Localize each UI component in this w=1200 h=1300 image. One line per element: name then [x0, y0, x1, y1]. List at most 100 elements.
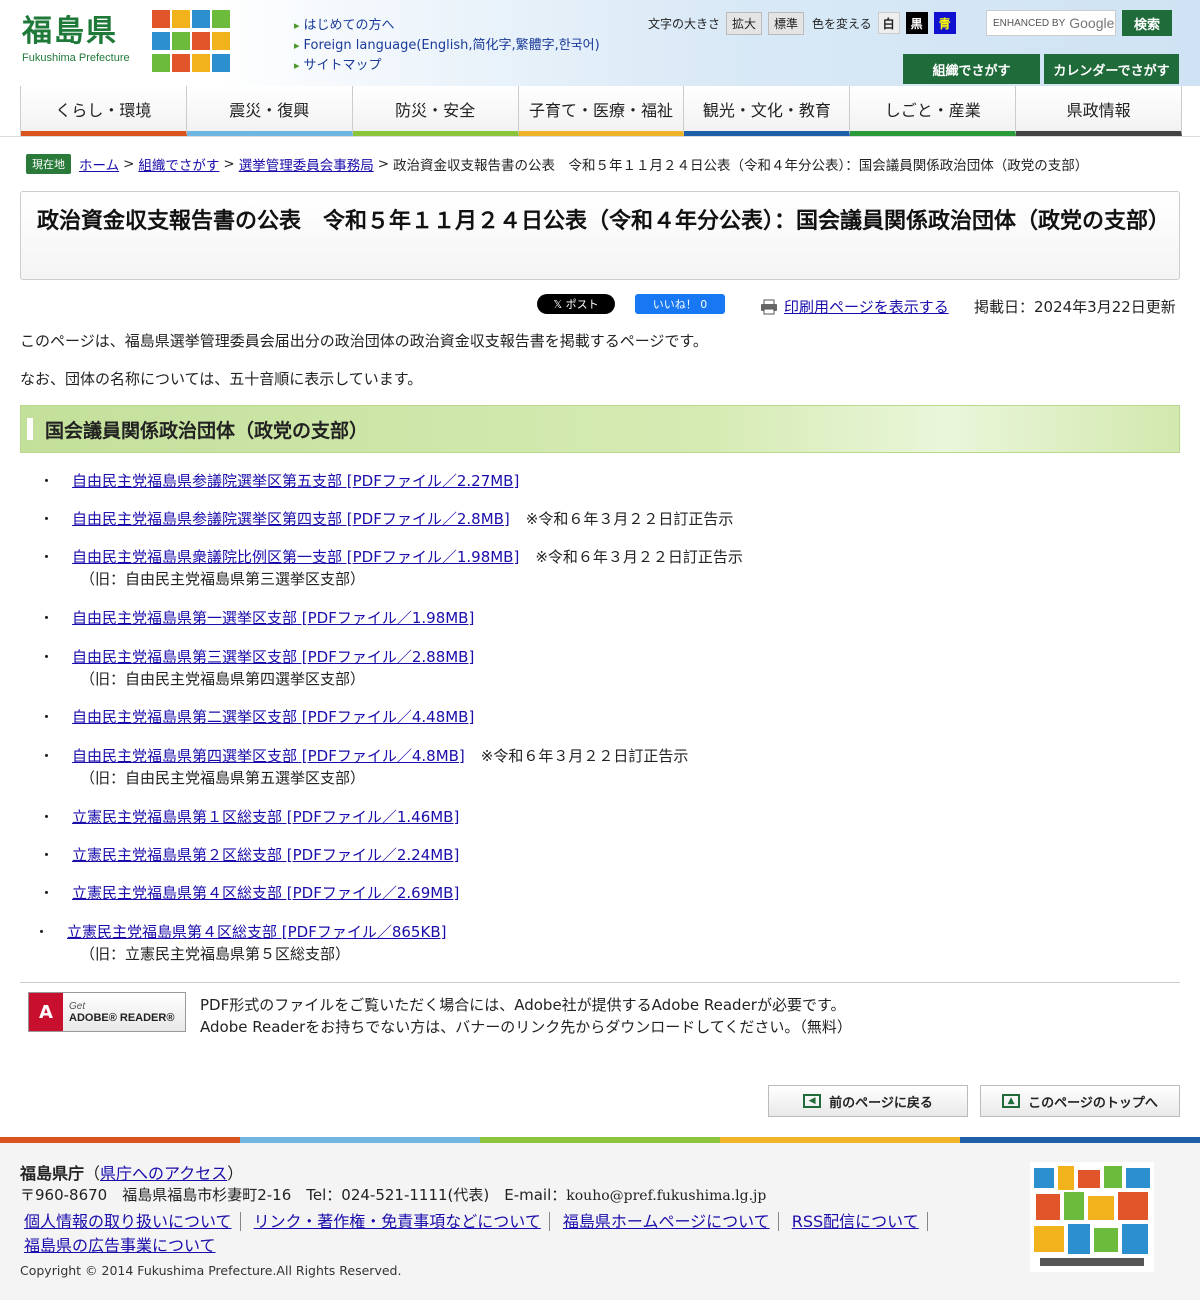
pdf-link[interactable]: 立憲民主党福島県第４区総支部 [PDFファイル／865KB]	[67, 923, 446, 941]
link-sitemap[interactable]: サイトマップ	[294, 56, 600, 76]
list-item: ・自由民主党福島県第四選挙区支部 [PDFファイル／4.8MB] ※令和６年３月２…	[39, 745, 689, 789]
font-standard-button[interactable]: 標準	[768, 12, 805, 35]
correction-note: ※令和６年３月２２日訂正告示	[480, 747, 689, 765]
office-name: 福島県庁	[20, 1164, 85, 1183]
nav-tourism-culture[interactable]: 観光・文化・教育	[684, 86, 851, 136]
adobe-notice-line1: PDF形式のファイルをご覧いただく場合には、Adobe社が提供するAdobe R…	[200, 996, 846, 1014]
back-arrow-icon: ◀	[803, 1094, 822, 1108]
color-label: 色を変える	[812, 16, 872, 31]
adobe-banner-text: Get ADOBE® READER®	[69, 1001, 174, 1024]
pdf-link[interactable]: 自由民主党福島県第四選挙区支部 [PDFファイル／4.8MB]	[72, 747, 465, 765]
pdf-link[interactable]: 立憲民主党福島県第４区総支部 [PDFファイル／2.69MB]	[72, 884, 459, 902]
nav-life-environment[interactable]: くらし・環境	[21, 86, 187, 136]
global-nav: くらし・環境 震災・復興 防災・安全 子育て・医療・福祉 観光・文化・教育 しご…	[20, 86, 1183, 136]
breadcrumb: 現在地 ホーム > 組織でさがす > 選挙管理委員会事務局 > 政治資金収支報告…	[26, 154, 1088, 174]
list-item: ・自由民主党福島県第三選挙区支部 [PDFファイル／2.88MB] （旧：自由民主…	[39, 646, 474, 690]
footer-link-rss[interactable]: RSS配信について	[791, 1212, 928, 1231]
pdf-link[interactable]: 自由民主党福島県第二選挙区支部 [PDFファイル／4.48MB]	[72, 708, 474, 726]
color-white-button[interactable]: 白	[877, 12, 900, 34]
list-item: ・自由民主党福島県第一選挙区支部 [PDFファイル／1.98MB]	[39, 607, 474, 629]
back-button[interactable]: ◀ 前のページに戻る	[768, 1085, 968, 1117]
footer-mascot-logo	[1030, 1162, 1154, 1272]
breadcrumb-org[interactable]: 組織でさがす	[138, 154, 219, 174]
adobe-get: Get	[69, 1000, 86, 1012]
nav-divider	[0, 136, 1200, 137]
facebook-like-button[interactable]: いいね！ 0	[635, 294, 725, 314]
bullet: ・	[34, 923, 50, 941]
bullet: ・	[39, 884, 55, 902]
breadcrumb-current: 政治資金収支報告書の公表 令和５年１１月２４日公表（令和４年分公表）：国会議員関…	[393, 158, 1089, 174]
page-top-button[interactable]: ▲ このページのトップへ	[980, 1085, 1180, 1117]
former-name: （旧：自由民主党福島県第五選挙区支部）	[80, 769, 366, 787]
google-logo: Google	[1069, 15, 1115, 31]
breadcrumb-sep: >	[377, 156, 390, 172]
breadcrumb-home[interactable]: ホーム	[79, 154, 119, 174]
pdf-link[interactable]: 自由民主党福島県参議院選挙区第五支部 [PDFファイル／2.27MB]	[72, 472, 519, 490]
footer-address: 〒960-8670 福島県福島市杉妻町2-16 Tel：024-521-1111…	[20, 1184, 766, 1205]
bullet: ・	[39, 510, 55, 528]
adobe-name: ADOBE® READER®	[69, 1011, 175, 1024]
org-search-button[interactable]: 組織でさがす	[903, 54, 1040, 84]
nav-safety[interactable]: 防災・安全	[352, 86, 519, 136]
adobe-reader-banner[interactable]: A Get ADOBE® READER®	[28, 992, 186, 1032]
adobe-notice-line2: Adobe Readerをお持ちでない方は、バナーのリンク先からダウンロードして…	[200, 1018, 852, 1036]
intro-note: なお、団体の名称については、五十音順に表示しています。	[20, 370, 423, 388]
page-title-box: 政治資金収支報告書の公表 令和５年１１月２４日公表（令和４年分公表）：国会議員関…	[20, 191, 1180, 280]
pdf-link[interactable]: 立憲民主党福島県第１区総支部 [PDFファイル／1.46MB]	[72, 808, 459, 826]
site-logo[interactable]: 福島県 Fukushima Prefecture	[22, 14, 130, 64]
pdf-link[interactable]: 自由民主党福島県第三選挙区支部 [PDFファイル／2.88MB]	[72, 648, 474, 666]
bullet: ・	[39, 808, 55, 826]
link-beginners[interactable]: はじめての方へ	[294, 16, 600, 36]
pdf-link[interactable]: 自由民主党福島県衆議院比例区第一支部 [PDFファイル／1.98MB]	[72, 548, 519, 566]
printer-icon	[761, 299, 777, 314]
nav-work-industry[interactable]: しごと・産業	[850, 86, 1017, 136]
updated-date: 掲載日：2024年3月22日更新	[974, 298, 1176, 316]
slogan-logo	[152, 10, 230, 72]
list-item: ・自由民主党福島県参議院選挙区第四支部 [PDFファイル／2.8MB] ※令和６年…	[39, 508, 733, 530]
font-enlarge-button[interactable]: 拡大	[726, 12, 763, 35]
bullet: ・	[39, 472, 55, 490]
heading-bar	[27, 418, 33, 440]
nav-childcare-medical[interactable]: 子育て・医療・福祉	[518, 86, 685, 136]
list-item: ・自由民主党福島県衆議院比例区第一支部 [PDFファイル／1.98MB] ※令和６…	[39, 546, 743, 590]
bullet: ・	[39, 648, 55, 666]
list-item: ・自由民主党福島県参議院選挙区第五支部 [PDFファイル／2.27MB]	[39, 470, 519, 492]
list-item: ・自由民主党福島県第二選挙区支部 [PDFファイル／4.48MB]	[39, 706, 474, 728]
list-item: ・立憲民主党福島県第１区総支部 [PDFファイル／1.46MB]	[39, 806, 459, 828]
list-item: ・立憲民主党福島県第４区総支部 [PDFファイル／2.69MB]	[39, 882, 459, 904]
page-title: 政治資金収支報告書の公表 令和５年１１月２４日公表（令和４年分公表）：国会議員関…	[37, 209, 1171, 234]
header-links: はじめての方へ Foreign language(English,简化字,繁體字…	[294, 16, 600, 76]
print-link[interactable]: 印刷用ページを表示する	[784, 296, 949, 317]
footer-link-about[interactable]: 福島県ホームページについて	[562, 1212, 779, 1231]
footer-link-ads[interactable]: 福島県の広告事業について	[24, 1236, 224, 1255]
search-enhanced-label: ENHANCED BY	[993, 17, 1066, 29]
pdf-link[interactable]: 自由民主党福島県参議院選挙区第四支部 [PDFファイル／2.8MB]	[72, 510, 510, 528]
adobe-icon: A	[29, 993, 63, 1031]
nav-prefectural-info[interactable]: 県政情報	[1016, 86, 1183, 136]
pdf-link[interactable]: 自由民主党福島県第一選挙区支部 [PDFファイル／1.98MB]	[72, 609, 474, 627]
bullet: ・	[39, 747, 55, 765]
back-button-label: 前のページに戻る	[829, 1095, 933, 1111]
intro-text: このページは、福島県選挙管理委員会届出分の政治団体の政治資金収支報告書を掲載する…	[20, 332, 708, 350]
calendar-search-button[interactable]: カレンダーでさがす	[1044, 54, 1179, 84]
breadcrumb-tag: 現在地	[26, 154, 71, 174]
footer-link-copyright[interactable]: リンク・著作権・免責事項などについて	[253, 1212, 550, 1231]
nav-disaster-recovery[interactable]: 震災・復興	[186, 86, 353, 136]
list-item: ・立憲民主党福島県第４区総支部 [PDFファイル／865KB] （旧：立憲民主党福…	[34, 921, 446, 965]
access-link[interactable]: 県庁へのアクセス	[100, 1164, 227, 1183]
former-name: （旧：立憲民主党福島県第５区総支部）	[80, 945, 351, 963]
font-size-label: 文字の大きさ	[648, 17, 721, 31]
color-blue-button[interactable]: 青	[933, 12, 956, 34]
up-arrow-icon: ▲	[1002, 1094, 1021, 1108]
print-link-wrap: 印刷用ページを表示する	[760, 296, 949, 317]
adobe-notice: PDF形式のファイルをご覧いただく場合には、Adobe社が提供するAdobe R…	[200, 994, 852, 1038]
search-button[interactable]: 検索	[1122, 10, 1172, 36]
pdf-link[interactable]: 立憲民主党福島県第２区総支部 [PDFファイル／2.24MB]	[72, 846, 459, 864]
x-post-button[interactable]: 𝕏 ポスト	[537, 294, 615, 314]
search-input[interactable]: ENHANCED BY Google	[986, 10, 1116, 36]
breadcrumb-dept[interactable]: 選挙管理委員会事務局	[239, 154, 374, 174]
link-foreign-language[interactable]: Foreign language(English,简化字,繁體字,한국어)	[294, 36, 600, 56]
color-black-button[interactable]: 黒	[905, 12, 928, 34]
breadcrumb-sep: >	[223, 156, 235, 172]
footer-link-privacy[interactable]: 個人情報の取り扱いについて	[24, 1212, 241, 1231]
